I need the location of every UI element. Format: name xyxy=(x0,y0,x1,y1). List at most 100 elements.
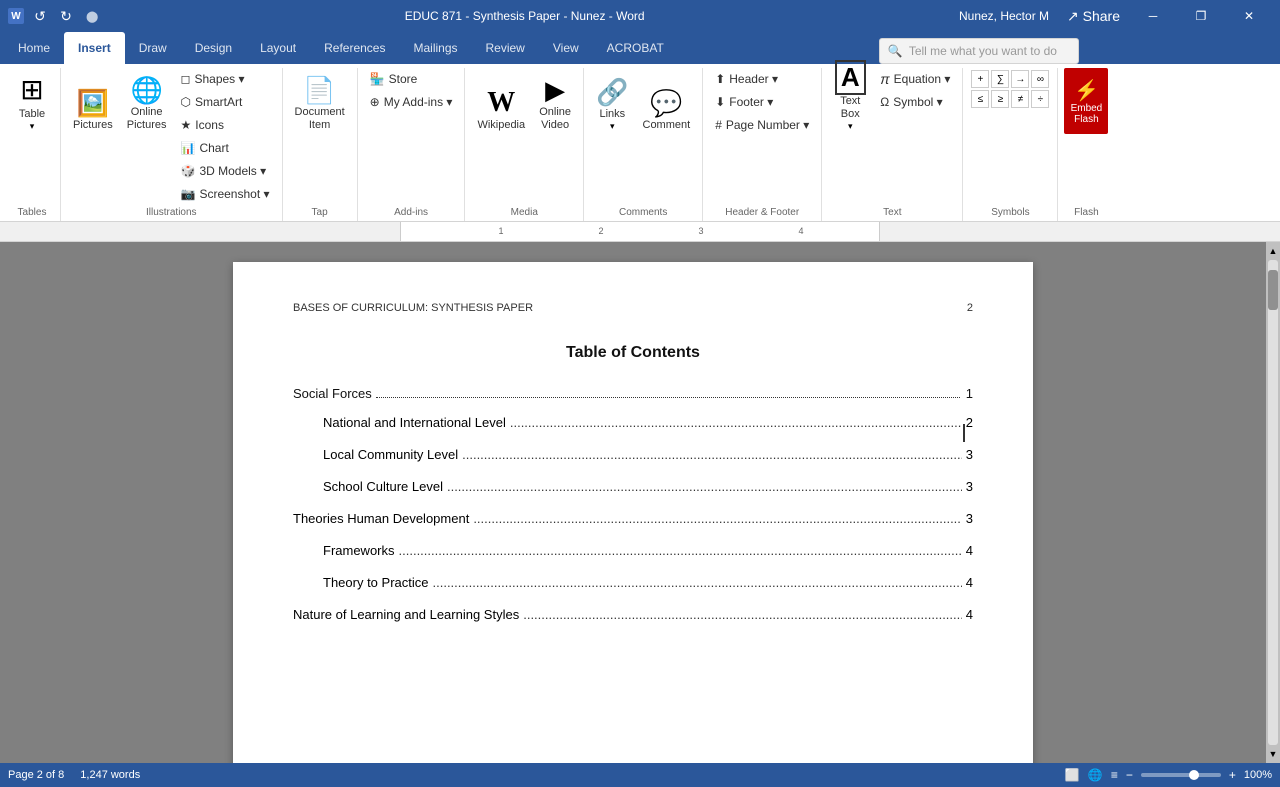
view-print-button[interactable]: ⬜ xyxy=(1065,768,1080,782)
table-label: Table xyxy=(19,108,45,121)
textbox-button[interactable]: A TextBox ▾ xyxy=(828,68,872,134)
screenshot-button[interactable]: 📷 Screenshot ▾ xyxy=(175,183,276,205)
symbol-button[interactable]: Ω Symbol ▾ xyxy=(874,91,956,113)
footer-button[interactable]: ⬇ Footer ▾ xyxy=(709,91,815,113)
smartart-icon: ⬡ xyxy=(181,95,191,109)
user-name[interactable]: Nunez, Hector M xyxy=(951,9,1057,23)
symbol-item[interactable]: ≠ xyxy=(1011,90,1029,108)
zoom-in-button[interactable]: + xyxy=(1229,768,1236,782)
addins-content: 🏪 Store ⊕ My Add-ins ▾ xyxy=(364,68,459,205)
smartart-button[interactable]: ⬡ SmartArt xyxy=(175,91,276,113)
flash-content: ⚡ Embed Flash xyxy=(1064,68,1108,205)
tab-home[interactable]: Home xyxy=(4,32,64,64)
scroll-thumb[interactable] xyxy=(1268,270,1278,310)
toc-text-6: Frameworks xyxy=(323,543,395,558)
page-number-button[interactable]: # Page Number ▾ xyxy=(709,114,815,136)
group-links-comments: 🔗 Links ▾ 💬 Comment Comments xyxy=(584,68,703,221)
symbol-item[interactable]: ≤ xyxy=(971,90,989,108)
icons-button[interactable]: ★ Icons xyxy=(175,114,276,136)
table-button[interactable]: ⊞ Table ▾ xyxy=(10,68,54,134)
embed-flash-icon: ⚡ xyxy=(1074,78,1099,103)
wikipedia-button[interactable]: W Wikipedia xyxy=(471,68,531,134)
tab-references[interactable]: References xyxy=(310,32,399,64)
minimize-button[interactable]: ─ xyxy=(1130,0,1176,32)
symbols-row2: ≤ ≥ ≠ ÷ xyxy=(971,90,1049,108)
zoom-out-button[interactable]: − xyxy=(1126,768,1133,782)
toc-page-1: 1 xyxy=(966,386,973,401)
tab-mailings[interactable]: Mailings xyxy=(399,32,471,64)
symbol-icon: Ω xyxy=(880,95,889,109)
search-area: 🔍 Tell me what you want to do xyxy=(678,38,1280,64)
links-icon: 🔗 xyxy=(596,77,628,108)
equation-button[interactable]: π Equation ▾ xyxy=(874,68,956,90)
restore-button[interactable]: ❐ xyxy=(1178,0,1224,32)
toc-page-8: 4 xyxy=(966,607,973,622)
tables-label: Tables xyxy=(10,205,54,221)
tab-draw[interactable]: Draw xyxy=(125,32,181,64)
online-pictures-button[interactable]: 🌐 OnlinePictures xyxy=(121,68,173,134)
document-item-button[interactable]: 📄 DocumentItem xyxy=(289,68,351,134)
view-web-button[interactable]: 🌐 xyxy=(1088,768,1103,782)
store-button[interactable]: 🏪 Store xyxy=(364,68,459,90)
symbols-grid: + ∑ → ∞ ≤ ≥ ≠ ÷ xyxy=(969,68,1051,110)
view-outline-button[interactable]: ≡ xyxy=(1111,768,1118,782)
header-footer-label: Header & Footer xyxy=(709,205,815,221)
page-number-display: 2 xyxy=(967,302,973,314)
symbol-item[interactable]: ∞ xyxy=(1031,70,1049,88)
symbol-label: Symbol ▾ xyxy=(893,95,942,109)
comments-label: Comments xyxy=(590,205,696,221)
toc-dots-6: ........................................… xyxy=(399,543,962,558)
shapes-icon: ◻ xyxy=(181,72,191,86)
symbol-item[interactable]: + xyxy=(971,70,989,88)
scroll-up-button[interactable]: ▲ xyxy=(1267,244,1280,258)
toc-entry-frameworks: Frameworks .............................… xyxy=(293,543,973,561)
symbol-item[interactable]: ∑ xyxy=(991,70,1009,88)
embed-flash-button[interactable]: ⚡ Embed Flash xyxy=(1064,68,1108,134)
equation-icon: π xyxy=(880,71,889,87)
tab-insert[interactable]: Insert xyxy=(64,32,125,64)
3d-models-button[interactable]: 🎲 3D Models ▾ xyxy=(175,160,276,182)
comment-button[interactable]: 💬 Comment xyxy=(637,68,697,134)
group-addins: 🏪 Store ⊕ My Add-ins ▾ Add-ins xyxy=(358,68,466,221)
tab-review[interactable]: Review xyxy=(472,32,539,64)
tab-design[interactable]: Design xyxy=(181,32,246,64)
icons-icon: ★ xyxy=(181,118,192,132)
svg-text:2: 2 xyxy=(598,226,603,236)
toc-text-4: School Culture Level xyxy=(323,479,443,494)
page-number-label: Page Number ▾ xyxy=(726,118,809,132)
online-video-label: OnlineVideo xyxy=(539,106,571,132)
shapes-button[interactable]: ◻ Shapes ▾ xyxy=(175,68,276,90)
chart-button[interactable]: 📊 Chart xyxy=(175,137,276,159)
scroll-track[interactable] xyxy=(1268,260,1278,745)
word-icon: W xyxy=(8,8,24,24)
search-input-wrapper[interactable]: 🔍 Tell me what you want to do xyxy=(879,38,1079,64)
tab-layout[interactable]: Layout xyxy=(246,32,310,64)
pictures-label: Pictures xyxy=(73,119,113,132)
footer-icon: ⬇ xyxy=(715,95,725,109)
online-video-button[interactable]: ▶ OnlineVideo xyxy=(533,68,577,134)
toc-title: Table of Contents xyxy=(293,344,973,362)
chart-label: Chart xyxy=(199,141,228,155)
vertical-scrollbar[interactable]: ▲ ▼ xyxy=(1266,242,1280,763)
undo-button[interactable]: ↺ xyxy=(30,6,50,26)
illustrations-column: ◻ Shapes ▾ ⬡ SmartArt ★ Icons 📊 Chart 🎲 xyxy=(175,68,276,205)
header-button[interactable]: ⬆ Header ▾ xyxy=(709,68,815,90)
links-button[interactable]: 🔗 Links ▾ xyxy=(590,68,634,134)
pictures-icon: 🖼️ xyxy=(77,88,109,119)
zoom-slider[interactable] xyxy=(1141,773,1221,777)
illustrations-content: 🖼️ Pictures 🌐 OnlinePictures ◻ Shapes ▾ … xyxy=(67,68,276,205)
links-arrow: ▾ xyxy=(610,121,615,132)
close-button[interactable]: ✕ xyxy=(1226,0,1272,32)
pictures-button[interactable]: 🖼️ Pictures xyxy=(67,68,119,134)
tab-view[interactable]: View xyxy=(539,32,593,64)
redo-button[interactable]: ↻ xyxy=(56,6,76,26)
links-label: Links xyxy=(599,108,625,121)
scroll-down-button[interactable]: ▼ xyxy=(1267,747,1280,761)
symbol-item[interactable]: → xyxy=(1011,70,1029,88)
my-addins-button[interactable]: ⊕ My Add-ins ▾ xyxy=(364,91,459,113)
share-button[interactable]: ↗ Share xyxy=(1061,8,1126,25)
symbol-item[interactable]: ÷ xyxy=(1031,90,1049,108)
symbol-item[interactable]: ≥ xyxy=(991,90,1009,108)
tab-acrobat[interactable]: ACROBAT xyxy=(593,32,678,64)
icons-label: Icons xyxy=(195,118,224,132)
